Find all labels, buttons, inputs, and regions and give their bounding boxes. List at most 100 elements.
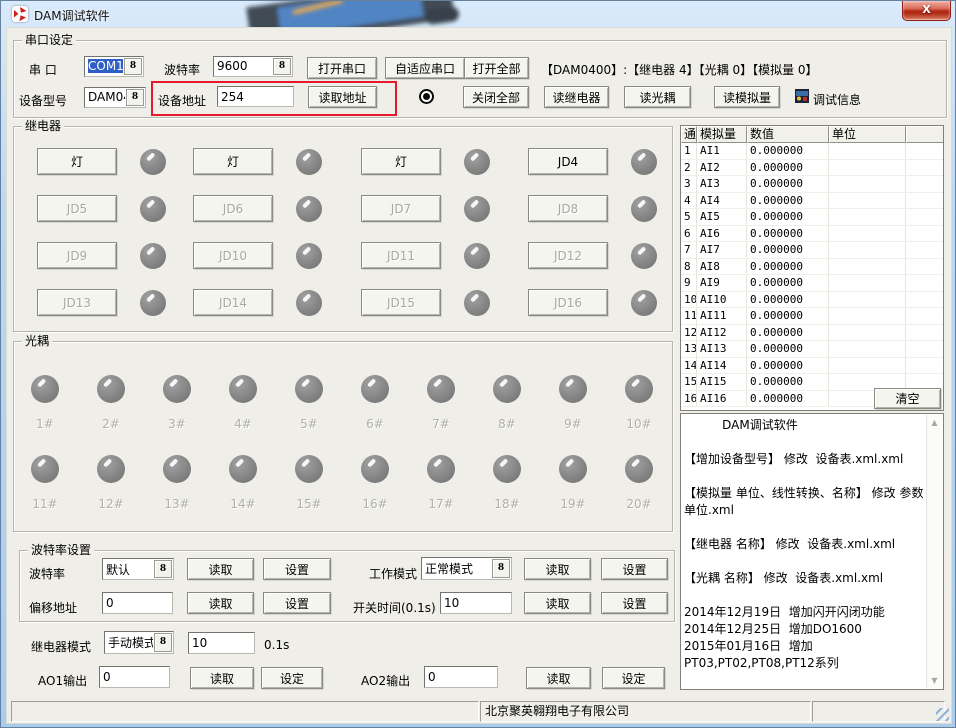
analog-table-row-10[interactable]: 10AI100.000000 [681, 292, 943, 309]
baud-combobox[interactable]: 9600 8 [213, 56, 293, 77]
titlebar[interactable]: DAM调试软件 X [2, 1, 954, 27]
opto-indicator-icon-18 [493, 455, 521, 483]
analog-table-row-6[interactable]: 6AI60.000000 [681, 226, 943, 243]
port-combobox[interactable]: COM1 8 [84, 56, 144, 77]
relay-button-灯-1[interactable]: 灯 [37, 148, 117, 175]
cell [906, 259, 943, 275]
switchtime-input[interactable] [440, 592, 512, 614]
analog-table-row-4[interactable]: 4AI40.000000 [681, 193, 943, 210]
relay-button-灯-2[interactable]: 灯 [193, 148, 273, 175]
relay-button-JD5-5: JD5 [37, 195, 117, 222]
log-scrollbar[interactable]: ▲ ▼ [926, 415, 942, 688]
cell [829, 160, 906, 176]
cell: 1 [681, 143, 697, 159]
ao2-set-button[interactable]: 设定 [602, 667, 665, 689]
ao1-label: AO1输出 [38, 672, 87, 689]
relay-group-label: 继电器 [22, 119, 64, 133]
ao2-read-button[interactable]: 读取 [526, 667, 591, 689]
ao1-input[interactable] [99, 666, 170, 688]
dropdown-arrow-icon[interactable]: 8 [492, 559, 510, 578]
cell [829, 226, 906, 242]
read-relay-button[interactable]: 读继电器 [544, 86, 609, 108]
open-serial-button[interactable]: 打开串口 [307, 57, 377, 79]
dropdown-arrow-icon[interactable]: 8 [154, 633, 172, 652]
switchtime-set-button[interactable]: 设置 [601, 592, 668, 614]
dropdown-arrow-icon[interactable]: 8 [126, 89, 144, 106]
analog-table-row-14[interactable]: 14AI140.000000 [681, 358, 943, 375]
window-title: DAM调试软件 [34, 7, 110, 24]
relay-mode-time-input[interactable] [188, 632, 255, 654]
switchtime-read-button[interactable]: 读取 [524, 592, 591, 614]
opto-indicator-icon-19 [559, 455, 587, 483]
relay-mode-value: 手动模式 [105, 632, 153, 653]
cell: 15 [681, 374, 697, 390]
cell: AI13 [697, 341, 747, 357]
cell: AI2 [697, 160, 747, 176]
analog-table-row-8[interactable]: 8AI80.000000 [681, 259, 943, 276]
opto-indicator-icon-9 [559, 375, 587, 403]
open-all-button[interactable]: 打开全部 [464, 57, 529, 79]
offset-set-button[interactable]: 设置 [263, 592, 331, 614]
dropdown-arrow-icon[interactable]: 8 [154, 560, 172, 578]
baudrate-read-button[interactable]: 读取 [187, 558, 254, 580]
cell: AI16 [697, 391, 747, 407]
relay-mode-unit-label: 0.1s [264, 638, 289, 652]
baudrate-set-button[interactable]: 设置 [263, 558, 331, 580]
workmode-combobox[interactable]: 正常模式 8 [421, 557, 512, 580]
auto-serial-button[interactable]: 自适应串口 [385, 57, 465, 79]
clear-button[interactable]: 清空 [874, 388, 941, 409]
read-opto-button[interactable]: 读光耦 [624, 86, 691, 108]
ao2-input[interactable] [424, 666, 498, 688]
resize-grip[interactable] [936, 708, 949, 721]
debug-info-label[interactable]: 调试信息 [813, 91, 861, 108]
offset-input[interactable] [102, 592, 173, 614]
workmode-read-button[interactable]: 读取 [524, 558, 591, 580]
cell: 0.000000 [747, 275, 829, 291]
opto-indicator-icon-12 [97, 455, 125, 483]
workmode-set-button[interactable]: 设置 [601, 558, 668, 580]
opto-indicator-icon-13 [163, 455, 191, 483]
baudrate-combobox[interactable]: 默认 8 [102, 558, 174, 580]
scroll-down-icon[interactable]: ▼ [927, 673, 942, 688]
analog-table-row-12[interactable]: 12AI120.000000 [681, 325, 943, 342]
read-analog-button[interactable]: 读模拟量 [714, 86, 780, 108]
scroll-up-icon[interactable]: ▲ [927, 415, 942, 430]
analog-table-row-3[interactable]: 3AI30.000000 [681, 176, 943, 193]
close-button[interactable]: X [902, 1, 951, 21]
relay-mode-combobox[interactable]: 手动模式 8 [104, 631, 174, 654]
opto-indicator-icon-15 [295, 455, 323, 483]
close-all-button[interactable]: 关闭全部 [463, 86, 529, 108]
analog-table-row-11[interactable]: 11AI110.000000 [681, 308, 943, 325]
analog-table-row-1[interactable]: 1AI10.000000 [681, 143, 943, 160]
dropdown-arrow-icon[interactable]: 8 [273, 58, 291, 75]
read-address-button[interactable]: 读取地址 [308, 86, 377, 108]
ao1-set-button[interactable]: 设定 [261, 667, 323, 689]
opto-label-9: 9# [551, 417, 595, 431]
address-input[interactable] [217, 86, 294, 107]
analog-table-row-9[interactable]: 9AI90.000000 [681, 275, 943, 292]
offset-read-button[interactable]: 读取 [187, 592, 254, 614]
opto-indicator-icon-7 [427, 375, 455, 403]
baudrate-label: 波特率 [29, 565, 65, 582]
opto-indicator-icon-11 [31, 455, 59, 483]
model-combobox[interactable]: DAM0400 8 [84, 87, 146, 108]
analog-table-row-13[interactable]: 13AI130.000000 [681, 341, 943, 358]
analog-table-header: 通 模拟量 数值 单位 [681, 126, 943, 143]
opto-indicator-icon-17 [427, 455, 455, 483]
ao1-read-button[interactable]: 读取 [190, 667, 254, 689]
relay-button-JD9-9: JD9 [37, 242, 117, 269]
analog-table-row-2[interactable]: 2AI20.000000 [681, 160, 943, 177]
analog-table-row-5[interactable]: 5AI50.000000 [681, 209, 943, 226]
opto-group-label: 光耦 [22, 334, 52, 348]
relay-button-JD4-4[interactable]: JD4 [528, 148, 608, 175]
serial-group-label: 串口设定 [22, 33, 76, 47]
app-icon[interactable] [12, 6, 28, 22]
relay-button-灯-3[interactable]: 灯 [361, 148, 441, 175]
dropdown-arrow-icon[interactable]: 8 [124, 58, 142, 75]
baud-label: 波特率 [164, 61, 200, 78]
debug-info-icon[interactable] [795, 89, 809, 103]
cell [829, 358, 906, 374]
titlebar-artifact [240, 1, 475, 27]
analog-table-row-7[interactable]: 7AI70.000000 [681, 242, 943, 259]
cell: 0.000000 [747, 308, 829, 324]
